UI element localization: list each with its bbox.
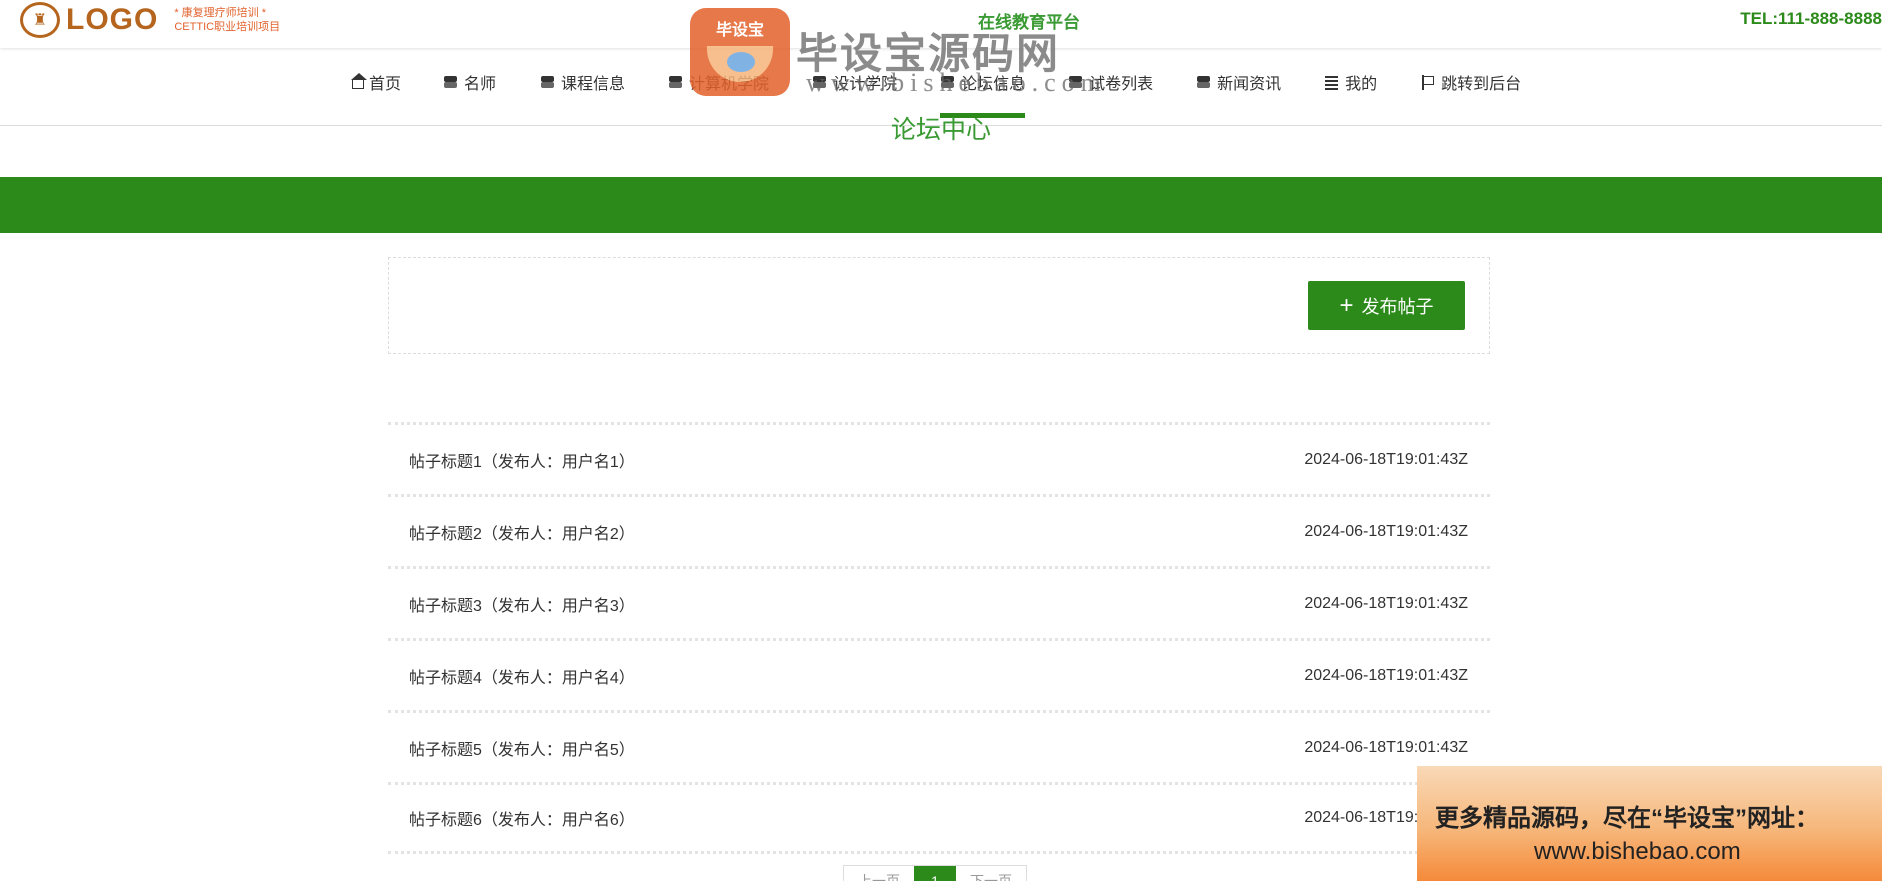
logo-subtitle-line1: * 康复理疗师培训 *: [174, 7, 267, 19]
nav-item[interactable]: 首页: [351, 48, 402, 116]
flag-icon: [1420, 75, 1436, 90]
publish-post-label: 发布帖子: [1361, 296, 1434, 317]
nav-item-label: 我的: [1345, 76, 1378, 93]
post-row[interactable]: 帖子标题1（发布人：用户名1） 2024-06-18T19:01:43Z: [388, 422, 1490, 494]
post-time: 2024-06-18T19:01:43Z: [1304, 738, 1468, 756]
logo[interactable]: ♜ LOGO * 康复理疗师培训 * CETTIC职业培训项目: [20, 2, 280, 38]
nav-item-label: 跳转到后台: [1441, 76, 1522, 93]
post-time: 2024-06-18T19:01:43Z: [1304, 450, 1468, 468]
nav-item-label: 首页: [369, 76, 402, 93]
post-row[interactable]: 帖子标题2（发布人：用户名2） 2024-06-18T19:01:43Z: [388, 494, 1490, 566]
post-row[interactable]: 帖子标题4（发布人：用户名4） 2024-06-18T19:01:43Z: [388, 638, 1490, 710]
current-page-button[interactable]: 1: [914, 866, 956, 881]
nav-item[interactable]: 我的: [1324, 48, 1377, 116]
nav-item-label: 课程信息: [561, 76, 626, 93]
action-panel: + 发布帖子: [388, 257, 1490, 354]
page-title: 论坛中心: [890, 116, 991, 144]
post-list: 帖子标题1（发布人：用户名1） 2024-06-18T19:01:43Z 帖子标题2…: [388, 422, 1490, 854]
pagination: 上一页 1 下一页: [843, 865, 1027, 881]
post-title[interactable]: 帖子标题5（发布人：用户名5）: [409, 736, 635, 760]
green-banner: [0, 177, 1882, 233]
nav-item[interactable]: 新闻资讯: [1196, 48, 1281, 116]
watermark-url: www.bishebao.com: [806, 68, 1107, 97]
layers-icon: [1196, 75, 1212, 89]
layers-icon: [443, 75, 459, 89]
post-row[interactable]: 帖子标题5（发布人：用户名5） 2024-06-18T19:01:43Z: [388, 710, 1490, 782]
logo-emblem-icon: ♜: [20, 2, 60, 38]
watermark-mascot-icon: [707, 46, 773, 82]
publish-post-button[interactable]: + 发布帖子: [1308, 281, 1465, 330]
nav-item[interactable]: 名师: [443, 48, 496, 116]
watermark-badge: 毕设宝: [690, 8, 790, 96]
promo-text: 更多精品源码，尽在“毕设宝”网址：: [1435, 805, 1819, 832]
layers-icon: [540, 75, 556, 89]
nav-item[interactable]: 跳转到后台: [1420, 48, 1521, 116]
nav-item-label: 名师: [464, 76, 497, 93]
post-time: 2024-06-18T19:01:43Z: [1304, 666, 1468, 684]
post-row[interactable]: 帖子标题3（发布人：用户名3） 2024-06-18T19:01:43Z: [388, 566, 1490, 638]
logo-text: LOGO: [66, 3, 159, 36]
watermark-overlay: 毕设宝 毕设宝源码网 www.bishebao.com: [690, 8, 1101, 98]
logo-subtitle: * 康复理疗师培训 * CETTIC职业培训项目: [174, 6, 280, 34]
promo-url: www.bishebao.com: [1534, 838, 1741, 865]
logo-subtitle-line2: CETTIC职业培训项目: [174, 21, 281, 33]
post-title[interactable]: 帖子标题4（发布人：用户名4）: [409, 664, 635, 688]
post-time: 2024-06-18T19:01:43Z: [1304, 594, 1468, 612]
post-title[interactable]: 帖子标题6（发布人：用户名6）: [409, 806, 635, 830]
telephone: TEL:111-888-8888: [1740, 9, 1882, 28]
post-time: 2024-06-18T19:01:43Z: [1304, 522, 1468, 540]
layers-icon: [668, 75, 684, 89]
post-row[interactable]: 帖子标题6（发布人：用户名6） 2024-06-18T19:01:43Z: [388, 782, 1490, 854]
promo-banner[interactable]: 更多精品源码，尽在“毕设宝”网址： www.bishebao.com: [1417, 766, 1882, 881]
plus-icon: +: [1339, 291, 1354, 319]
home-icon: [351, 73, 367, 89]
watermark-badge-text: 毕设宝: [715, 22, 764, 39]
post-title[interactable]: 帖子标题1（发布人：用户名1）: [409, 448, 635, 472]
lines-icon: [1324, 75, 1340, 89]
post-title[interactable]: 帖子标题2（发布人：用户名2）: [409, 520, 635, 544]
nav-item[interactable]: 课程信息: [540, 48, 625, 116]
prev-page-button[interactable]: 上一页: [844, 866, 914, 881]
post-title[interactable]: 帖子标题3（发布人：用户名3）: [409, 592, 635, 616]
next-page-button[interactable]: 下一页: [956, 866, 1026, 881]
nav-item-label: 新闻资讯: [1217, 76, 1282, 93]
